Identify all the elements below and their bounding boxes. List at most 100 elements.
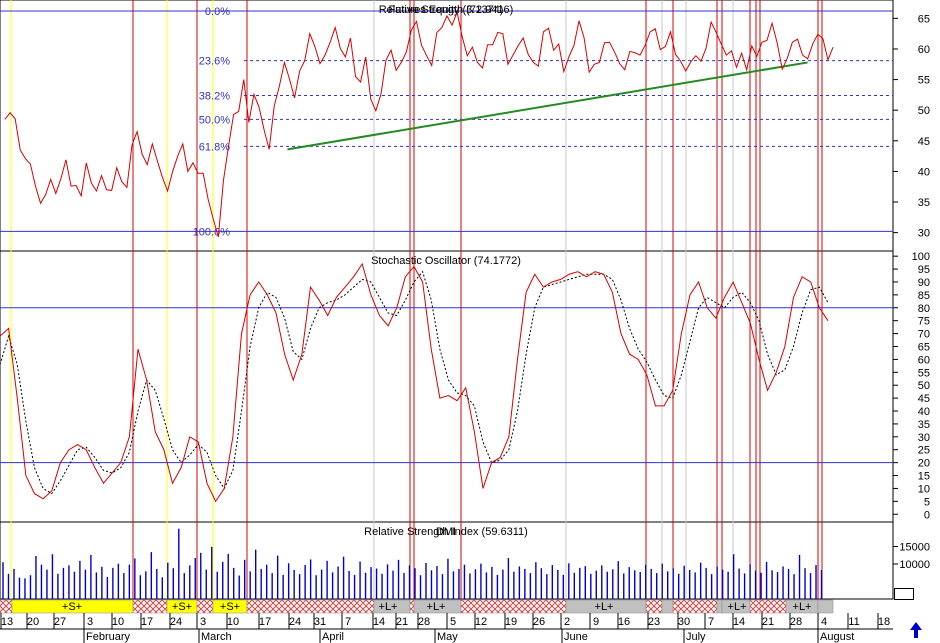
- stochastic-tick-label: 100: [912, 251, 930, 263]
- fib-label: 50.0%: [199, 114, 230, 126]
- price-panel-frame: [0, 0, 894, 252]
- stochastic-tick-label: 5: [924, 496, 930, 508]
- signal-label: +L+: [793, 601, 812, 613]
- fib-label: 0.0%: [205, 6, 230, 18]
- x-day-label: 10: [112, 616, 124, 628]
- signal-bar: +S+ +S+ +S+ +L+ +L+ +L+ +L+ +L+: [0, 599, 834, 614]
- x-axis: 13 20 27 3 10 17 24 3 10 17 24 31 7 14 21 28 5 12 19 26 2 9 16…: [0, 613, 893, 643]
- signal-label: +L+: [728, 601, 747, 613]
- signal-segment: [196, 599, 214, 614]
- x-month-label: February: [86, 631, 131, 643]
- x-month-label: July: [686, 631, 706, 643]
- stochastic-tick-label: 90: [918, 277, 930, 289]
- x-day-label: 16: [618, 616, 630, 628]
- volume-tick-label: 15000: [899, 542, 930, 554]
- price-tick-label: 45: [918, 136, 930, 148]
- x-day-label: 10: [227, 616, 239, 628]
- signal-segment: [409, 599, 415, 614]
- x-month-label: August: [820, 631, 854, 643]
- price-tick-label: 55: [918, 75, 930, 87]
- price-series-line: [4, 10, 834, 238]
- price-tick-label: 40: [918, 166, 930, 178]
- trend-line: [287, 61, 808, 151]
- x-day-label: 28: [418, 616, 430, 628]
- signal-label: +S+: [172, 601, 192, 613]
- x-day-label: 17: [141, 616, 153, 628]
- stochastic-panel: 1009590858075706560555045403530252015105…: [0, 251, 930, 521]
- x-day-label: 26: [533, 616, 545, 628]
- stochastic-tick-label: 40: [918, 406, 930, 418]
- x-month-label: April: [322, 631, 344, 643]
- signal-label: +L+: [427, 601, 446, 613]
- x-day-label: 18: [878, 616, 890, 628]
- fib-label: 61.8%: [199, 141, 230, 153]
- x-day-label: 19: [505, 616, 517, 628]
- x-day-label: 7: [345, 616, 351, 628]
- scroll-box[interactable]: [894, 588, 914, 600]
- x-day-label: 14: [733, 616, 745, 628]
- stochastic-tick-label: 65: [918, 341, 930, 353]
- price-panel: 0.0% 23.6% 38.2% 50.0% 61.8% 100.0% 65 60 55 50 45…: [0, 6, 930, 240]
- fib-label: 38.2%: [199, 91, 230, 103]
- x-day-label: 27: [54, 616, 66, 628]
- x-day-label: 13: [1, 616, 13, 628]
- fib-label: 23.6%: [199, 56, 230, 68]
- x-day-label: 3: [200, 616, 206, 628]
- stochastic-tick-label: 45: [918, 393, 930, 405]
- signal-label: +L+: [379, 601, 398, 613]
- x-day-label: 3: [87, 616, 93, 628]
- stochastic-tick-label: 60: [918, 354, 930, 366]
- stochastic-tick-label: 55: [918, 367, 930, 379]
- volume-subtitle: DMI: [436, 526, 456, 538]
- signal-label: +L+: [595, 601, 614, 613]
- x-day-label: 17: [259, 616, 271, 628]
- stochastic-tick-label: 35: [918, 419, 930, 431]
- x-month-label: June: [564, 631, 588, 643]
- arrow-up-icon[interactable]: [906, 620, 926, 640]
- signal-segment: [460, 599, 567, 614]
- stochastic-tick-label: 20: [918, 458, 930, 470]
- signal-label: +S+: [62, 601, 82, 613]
- price-title-2: Futures Equity (3.1374): [389, 4, 504, 16]
- x-day-label: 23: [648, 616, 660, 628]
- signal-segment: [672, 599, 718, 614]
- stochastic-title: Stochastic Oscillator (74.1772): [371, 255, 521, 267]
- signal-segment: [716, 599, 723, 614]
- technical-chart: 0.0%23.6%38.2%50.0%61.8%100.0%6560555045…: [0, 0, 930, 643]
- signal-vertical-lines: [10, 0, 823, 599]
- signal-segment: [246, 599, 375, 614]
- stochastic-tick-label: 50: [918, 380, 930, 392]
- stochastic-tick-label: 80: [918, 303, 930, 315]
- x-day-label: 21: [396, 616, 408, 628]
- x-day-label: 14: [373, 616, 385, 628]
- signal-segment: [661, 599, 674, 614]
- stochastic-tick-label: 15: [918, 471, 930, 483]
- x-day-label: 31: [314, 616, 326, 628]
- price-tick-label: 60: [918, 44, 930, 56]
- x-day-label: 24: [289, 616, 301, 628]
- signal-segment: [759, 599, 787, 614]
- volume-tick-label: 10000: [899, 559, 930, 571]
- stochastic-tick-label: 25: [918, 445, 930, 457]
- x-day-label: 9: [593, 616, 599, 628]
- signal-segment: [645, 599, 663, 614]
- stochastic-tick-label: 75: [918, 316, 930, 328]
- stochastic-tick-label: 70: [918, 329, 930, 341]
- volume-panel: 15000 10000: [2, 528, 930, 599]
- price-tick-label: 50: [918, 105, 930, 117]
- x-month-label: May: [437, 631, 458, 643]
- signal-segment: [132, 599, 168, 614]
- signal-segment: [0, 599, 13, 614]
- stochastic-tick-label: 85: [918, 290, 930, 302]
- x-month-label: March: [201, 631, 232, 643]
- x-day-label: 2: [564, 616, 570, 628]
- signal-segment: [749, 599, 761, 614]
- x-day-label: 4: [821, 616, 827, 628]
- stochastic-tick-label: 0: [924, 509, 930, 521]
- price-tick-label: 65: [918, 13, 930, 25]
- x-day-label: 28: [790, 616, 802, 628]
- fib-label: 100.0%: [193, 226, 231, 238]
- signal-label: +S+: [220, 601, 240, 613]
- x-day-label: 20: [27, 616, 39, 628]
- stochastic-tick-label: 30: [918, 432, 930, 444]
